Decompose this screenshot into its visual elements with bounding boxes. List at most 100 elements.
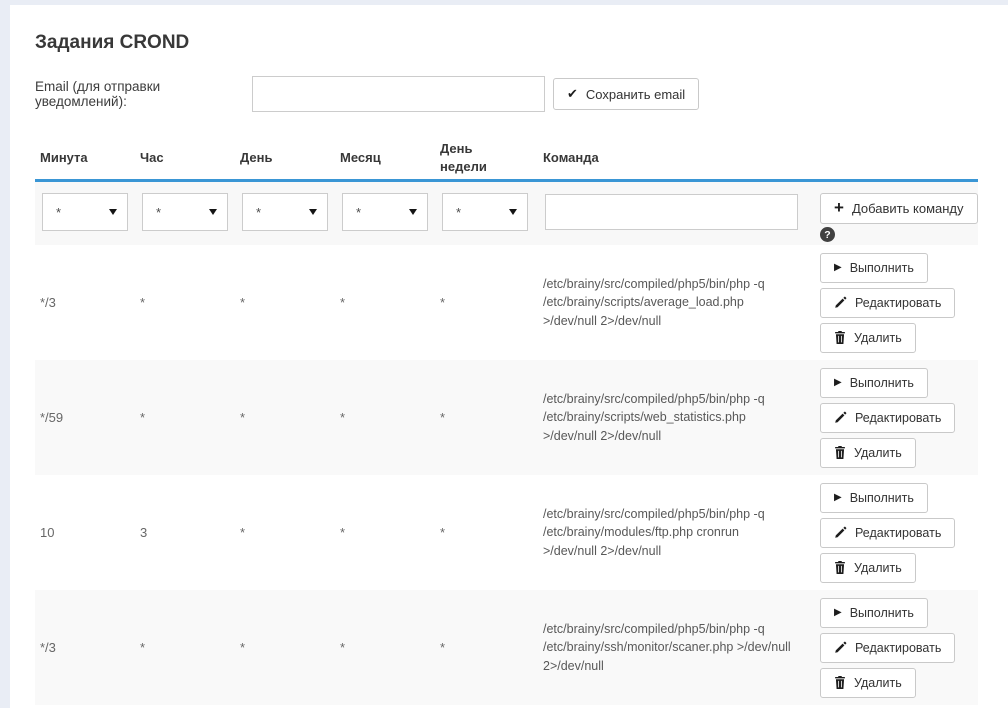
content-card: Задания CROND Email (для отправки уведом… [10,5,1008,708]
check-icon: ✔ [567,86,578,102]
cell-hour: 3 [135,525,235,540]
weekday-select[interactable]: * [442,193,528,231]
table-header-row: Минута Час День Месяц День недели Команд… [35,136,978,182]
save-email-button[interactable]: ✔ Сохранить email [553,78,699,110]
page-title: Задания CROND [35,32,1008,54]
cell-hour: * [135,295,235,310]
cell-actions: ▶ Выполнить Редактировать Удалить [800,253,978,353]
email-label: Email (для отправки уведомлений): [35,79,252,109]
cell-command: /etc/brainy/src/compiled/php5/bin/php -q… [538,505,800,559]
cell-actions: ▶ Выполнить Редактировать Удалить [800,368,978,468]
select-arrow-icon [509,209,517,215]
run-button[interactable]: ▶ Выполнить [820,253,928,283]
run-label: Выполнить [850,376,914,390]
table-row: */3 * * * * /etc/brainy/src/compiled/php… [35,245,978,360]
cell-weekday: * [435,640,538,655]
table-row: 10 3 * * * /etc/brainy/src/compiled/php5… [35,475,978,590]
run-button[interactable]: ▶ Выполнить [820,368,928,398]
cell-day: * [235,525,335,540]
hour-select[interactable]: * [142,193,228,231]
cell-minute: */59 [35,410,135,425]
new-task-row: * * * * * + Добавить команду ? [35,182,978,245]
pencil-icon [834,526,847,539]
cell-day: * [235,640,335,655]
pencil-icon [834,641,847,654]
cell-weekday: * [435,410,538,425]
cell-command: /etc/brainy/src/compiled/php5/bin/php -q… [538,620,800,674]
select-arrow-icon [309,209,317,215]
edit-button[interactable]: Редактировать [820,633,955,663]
delete-label: Удалить [854,676,902,690]
run-label: Выполнить [850,261,914,275]
run-label: Выполнить [850,606,914,620]
edit-button[interactable]: Редактировать [820,518,955,548]
select-arrow-icon [409,209,417,215]
cron-table: Минута Час День Месяц День недели Команд… [35,136,978,705]
trash-icon [834,331,846,344]
delete-label: Удалить [854,561,902,575]
month-select[interactable]: * [342,193,428,231]
add-command-label: Добавить команду [852,201,964,216]
day-select[interactable]: * [242,193,328,231]
header-month: Месяц [335,149,435,167]
delete-button[interactable]: Удалить [820,438,916,468]
help-icon[interactable]: ? [820,227,835,242]
cell-month: * [335,410,435,425]
cell-month: * [335,525,435,540]
run-button[interactable]: ▶ Выполнить [820,483,928,513]
cell-actions: ▶ Выполнить Редактировать Удалить [800,483,978,583]
command-input[interactable] [545,194,798,230]
trash-icon [834,561,846,574]
trash-icon [834,446,846,459]
edit-label: Редактировать [855,641,941,655]
add-command-button[interactable]: + Добавить команду [820,193,978,224]
edit-label: Редактировать [855,411,941,425]
header-day: День [235,149,335,167]
cell-month: * [335,295,435,310]
play-icon: ▶ [834,262,842,273]
select-arrow-icon [109,209,117,215]
header-weekday: День недели [435,140,538,175]
cell-command: /etc/brainy/src/compiled/php5/bin/php -q… [538,390,800,444]
cell-minute: */3 [35,640,135,655]
trash-icon [834,676,846,689]
header-minute: Минута [35,149,135,167]
save-email-label: Сохранить email [586,87,685,102]
delete-label: Удалить [854,446,902,460]
delete-button[interactable]: Удалить [820,668,916,698]
edit-button[interactable]: Редактировать [820,403,955,433]
play-icon: ▶ [834,607,842,618]
run-button[interactable]: ▶ Выполнить [820,598,928,628]
delete-label: Удалить [854,331,902,345]
play-icon: ▶ [834,377,842,388]
cell-actions: ▶ Выполнить Редактировать Удалить [800,598,978,698]
pencil-icon [834,411,847,424]
header-command: Команда [538,149,800,167]
play-icon: ▶ [834,492,842,503]
delete-button[interactable]: Удалить [820,323,916,353]
minute-select[interactable]: * [42,193,128,231]
plus-icon: + [834,199,844,216]
cell-day: * [235,410,335,425]
edit-label: Редактировать [855,296,941,310]
email-input[interactable] [252,76,545,112]
cell-month: * [335,640,435,655]
header-hour: Час [135,149,235,167]
delete-button[interactable]: Удалить [820,553,916,583]
edit-button[interactable]: Редактировать [820,288,955,318]
cell-day: * [235,295,335,310]
cell-command: /etc/brainy/src/compiled/php5/bin/php -q… [538,275,800,329]
table-row: */59 * * * * /etc/brainy/src/compiled/ph… [35,360,978,475]
run-label: Выполнить [850,491,914,505]
email-form: Email (для отправки уведомлений): ✔ Сохр… [35,76,1008,112]
edit-label: Редактировать [855,526,941,540]
cell-minute: 10 [35,525,135,540]
cell-hour: * [135,640,235,655]
cell-weekday: * [435,525,538,540]
pencil-icon [834,296,847,309]
cell-weekday: * [435,295,538,310]
select-arrow-icon [209,209,217,215]
table-body: */3 * * * * /etc/brainy/src/compiled/php… [35,245,978,705]
cell-minute: */3 [35,295,135,310]
cell-hour: * [135,410,235,425]
